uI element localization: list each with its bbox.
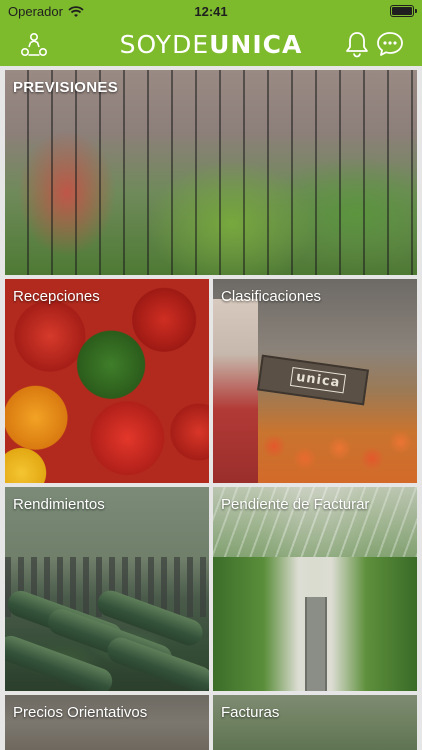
crate-logo: unica [289,367,347,394]
tile-label-facturas: Facturas [221,704,280,721]
battery-level [392,7,412,15]
status-bar: Operador 12:41 [0,0,422,22]
crate-image: unica [257,354,369,406]
greenhouse-image [5,70,417,275]
logo-part2: UNICA [209,30,303,59]
logo-part1: SOYDE [119,30,210,59]
nav-bar: SOYDEUNICA [0,22,422,66]
tile-rendimientos[interactable]: Rendimientos [5,487,209,691]
menu-grid: PREVISIONES Recepciones unica Clasificac… [0,66,422,750]
tile-precios-orientativos[interactable]: Precios Orientativos [5,695,209,750]
tile-facturas[interactable]: Facturas [213,695,417,750]
tile-label-rendimientos: Rendimientos [13,496,105,513]
tile-label-recepciones: Recepciones [13,288,100,305]
tile-label-previsiones: PREVISIONES [13,79,118,96]
chat-bubble-icon[interactable] [376,31,404,57]
battery-icon [390,5,417,17]
status-time: 12:41 [194,4,228,19]
tile-label-clasificaciones: Clasificaciones [221,288,322,305]
tile-clasificaciones[interactable]: unica Clasificaciones [213,279,417,483]
tile-recepciones[interactable]: Recepciones [5,279,209,483]
tile-pendiente-facturar[interactable]: Pendiente de Facturar [213,487,417,691]
tile-label-precios-orientativos: Precios Orientativos [13,704,148,721]
worker-image [213,299,258,483]
tile-previsiones[interactable]: PREVISIONES [5,70,417,275]
bell-icon[interactable] [344,30,370,58]
rail-track-image [305,597,327,691]
tile-label-pendiente-facturar: Pendiente de Facturar [221,496,370,513]
